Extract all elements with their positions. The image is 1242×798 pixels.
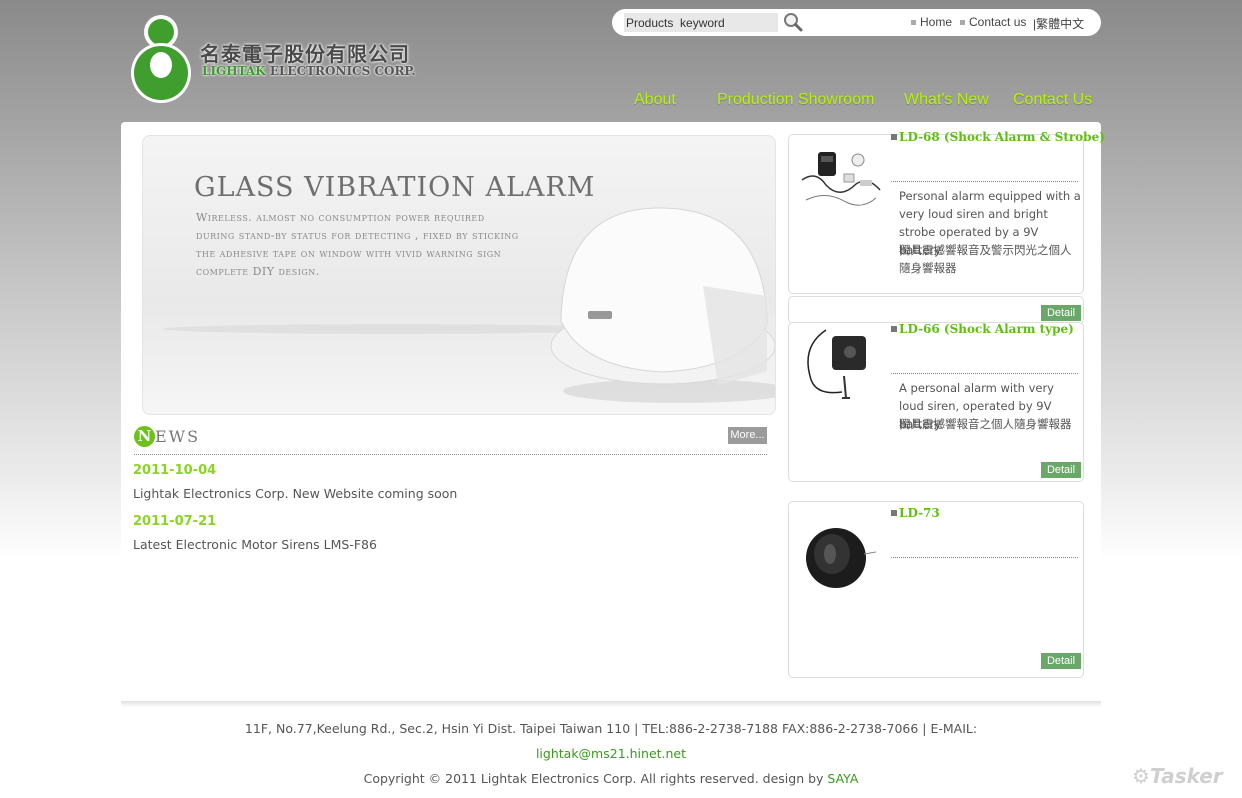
nav-whats-new[interactable]: What's New bbox=[904, 91, 989, 109]
product-detail-button[interactable]: Detail bbox=[1041, 305, 1081, 321]
watermark-text: Tasker bbox=[1149, 764, 1223, 788]
banner-title: GLASS VIBRATION ALARM bbox=[194, 172, 596, 203]
bullet-icon bbox=[960, 20, 965, 26]
product-name-link[interactable]: LD-66 (Shock Alarm type) bbox=[891, 322, 1074, 336]
news-date: 2011-07-21 bbox=[133, 514, 217, 529]
product-name-link[interactable]: LD-68 (Shock Alarm & Strobe) bbox=[891, 130, 1105, 144]
news-heading: EWS bbox=[155, 427, 201, 446]
product-name-link[interactable]: LD-73 bbox=[891, 506, 940, 520]
product-card-footer bbox=[788, 296, 1084, 324]
ld-68-product-image[interactable] bbox=[796, 140, 884, 224]
search-icon[interactable] bbox=[782, 11, 804, 33]
designer-link[interactable]: SAYA bbox=[827, 771, 858, 786]
bullet-icon bbox=[891, 326, 897, 332]
news-more-button[interactable]: More... bbox=[728, 427, 767, 444]
ld-66-product-image[interactable] bbox=[796, 326, 884, 410]
contact-us-top-link-label: Contact us bbox=[969, 15, 1027, 29]
product-description-chinese: 獨具震撼響報音之個人隨身響報器 bbox=[899, 417, 1072, 431]
nav-about[interactable]: About bbox=[634, 91, 676, 109]
news-title-link[interactable]: Lightak Electronics Corp. New Website co… bbox=[133, 486, 457, 501]
product-description-chinese: 獨具震撼響報音及警示閃光之個人隨身響報器 bbox=[899, 243, 1072, 275]
product-divider bbox=[891, 557, 1078, 558]
home-link[interactable]: Home bbox=[911, 15, 952, 29]
product-divider bbox=[891, 373, 1078, 374]
bullet-icon bbox=[891, 510, 897, 516]
company-name-english: LIGHTAK ELECTRONICS CORP. bbox=[202, 64, 416, 78]
brand-rest: ELECTRONICS CORP. bbox=[265, 64, 416, 78]
footer-email-link[interactable]: lightak@ms21.hinet.net bbox=[536, 746, 686, 761]
nav-production-showroom[interactable]: Production Showroom bbox=[717, 91, 874, 109]
ld-73-product-image[interactable] bbox=[796, 514, 884, 598]
footer-copyright: Copyright © 2011 Lightak Electronics Cor… bbox=[363, 771, 824, 786]
tasker-watermark: ⚙Tasker bbox=[1132, 764, 1223, 788]
news-title-link[interactable]: Latest Electronic Motor Sirens LMS-F86 bbox=[133, 537, 377, 552]
brand-word: LIGHTAK bbox=[202, 64, 266, 78]
company-logo-mark[interactable] bbox=[128, 12, 194, 104]
company-name-chinese: 名泰電子股份有限公司 bbox=[200, 42, 410, 66]
banner-description: Wireless. almost no consumption power re… bbox=[196, 211, 519, 278]
news-heading-icon: N bbox=[134, 426, 155, 447]
nav-contact-us[interactable]: Contact Us bbox=[1013, 91, 1092, 109]
product-detail-button[interactable]: Detail bbox=[1041, 653, 1081, 669]
bullet-icon bbox=[911, 20, 916, 26]
footer-divider bbox=[121, 701, 1101, 707]
news-divider bbox=[134, 454, 767, 455]
product-name-label: LD-73 bbox=[899, 506, 940, 520]
search-input[interactable] bbox=[624, 13, 778, 32]
footer-copyright-row: Copyright © 2011 Lightak Electronics Cor… bbox=[121, 771, 1101, 786]
contact-us-top-link[interactable]: Contact us bbox=[960, 15, 1026, 29]
product-divider bbox=[891, 181, 1078, 182]
watermark-icon: ⚙ bbox=[1132, 764, 1150, 788]
traditional-chinese-link[interactable]: |繁體中文 bbox=[1033, 15, 1084, 32]
product-name-label: LD-66 (Shock Alarm type) bbox=[899, 322, 1074, 336]
news-date: 2011-10-04 bbox=[133, 463, 217, 478]
footer-email-row: lightak@ms21.hinet.net bbox=[121, 746, 1101, 761]
footer-address: 11F, No.77,Keelung Rd., Sec.2, Hsin Yi D… bbox=[244, 721, 978, 736]
product-detail-button[interactable]: Detail bbox=[1041, 462, 1081, 478]
product-name-label: LD-68 (Shock Alarm & Strobe) bbox=[899, 130, 1105, 144]
home-link-label: Home bbox=[920, 15, 953, 29]
bullet-icon bbox=[891, 134, 897, 140]
